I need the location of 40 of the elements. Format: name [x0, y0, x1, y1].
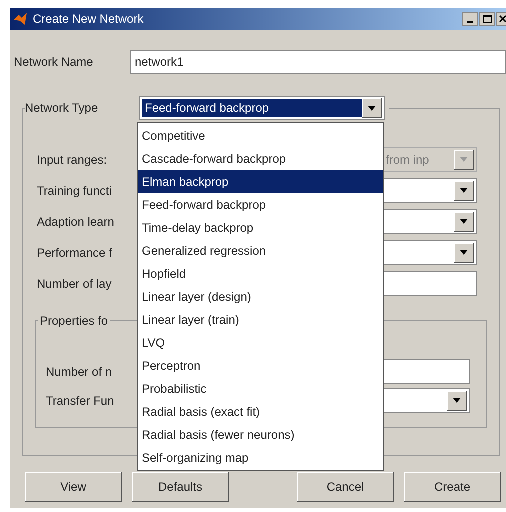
- network-type-dropdown[interactable]: Feed-forward backprop: [139, 96, 385, 120]
- minimize-button[interactable]: [462, 12, 478, 26]
- app-icon: [13, 11, 29, 27]
- field-label: Number of lay: [37, 276, 113, 292]
- dropdown[interactable]: [381, 209, 477, 234]
- dropdown-value: Feed-forward backprop: [142, 99, 362, 117]
- dropdown-option[interactable]: Perceptron: [138, 354, 383, 377]
- dropdown[interactable]: [381, 178, 477, 203]
- dialog-button[interactable]: Create: [404, 472, 501, 502]
- window-title: Create New Network: [33, 11, 144, 28]
- dialog-button[interactable]: Defaults: [132, 472, 229, 502]
- dropdown-option[interactable]: Feed-forward backprop: [138, 193, 383, 216]
- dialog-button[interactable]: Cancel: [297, 472, 394, 502]
- close-button[interactable]: [496, 12, 506, 26]
- group-label: Network Type: [25, 100, 100, 117]
- dropdown-option[interactable]: Cascade-forward backprop: [138, 147, 383, 170]
- field-label: Network Name: [14, 54, 94, 71]
- dropdown-option[interactable]: Elman backprop: [138, 170, 383, 193]
- maximize-button[interactable]: [479, 12, 495, 26]
- dialog-button[interactable]: View: [25, 472, 122, 502]
- field-label: Transfer Fun: [46, 392, 116, 410]
- dropdown[interactable]: [381, 240, 477, 265]
- field-label: Input ranges:: [37, 152, 108, 168]
- input-field[interactable]: [381, 271, 477, 296]
- dropdown-option[interactable]: Linear layer (design): [138, 285, 383, 308]
- dropdown-option[interactable]: LVQ: [138, 331, 383, 354]
- dropdown-option[interactable]: Time-delay backprop: [138, 216, 383, 239]
- dropdown-option[interactable]: Self-organizing map: [138, 446, 383, 469]
- field-label: Performance f: [37, 244, 114, 262]
- dropdown-option[interactable]: Generalized regression: [138, 239, 383, 262]
- dropdown-option[interactable]: Probabilistic: [138, 377, 383, 400]
- dropdown-option[interactable]: Linear layer (train): [138, 308, 383, 331]
- name-field[interactable]: network1: [130, 50, 506, 74]
- dropdown-option[interactable]: Hopfield: [138, 262, 383, 285]
- field-label: Training functi: [37, 182, 113, 200]
- field-label: Number of n: [46, 364, 114, 380]
- field-label: Adaption learn: [37, 214, 116, 230]
- dropdown-option[interactable]: Competitive: [138, 124, 383, 147]
- dropdown-option[interactable]: Radial basis (exact fit): [138, 400, 383, 423]
- dropdown-option[interactable]: Radial basis (fewer neurons): [138, 423, 383, 446]
